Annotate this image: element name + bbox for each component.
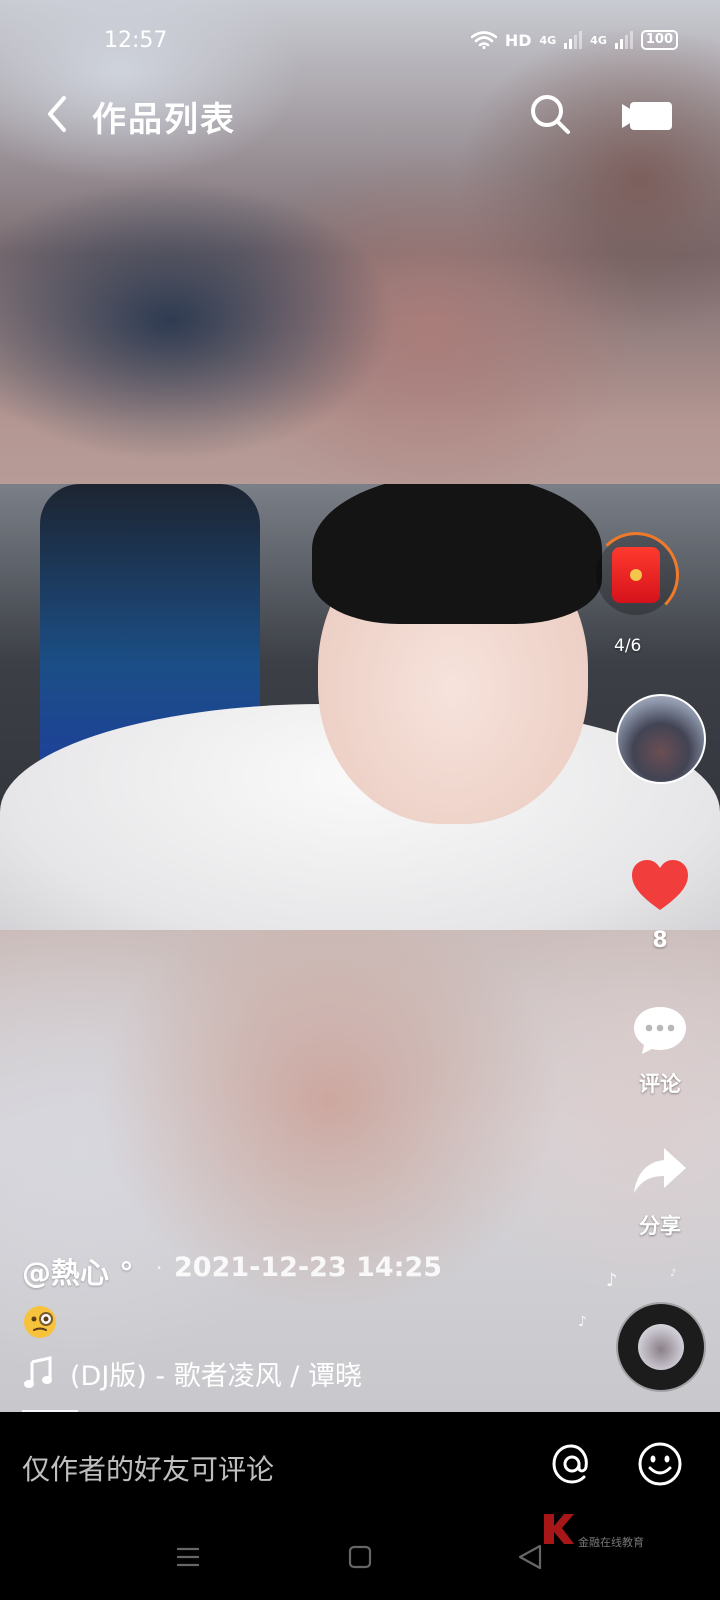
status-time: 12:57 xyxy=(104,28,168,53)
comment-label[interactable]: 评论 xyxy=(620,1068,700,1098)
share-arrow-icon[interactable] xyxy=(632,1146,688,1196)
hd-label: HD xyxy=(504,30,532,50)
author-name[interactable]: @熱心 ° xyxy=(22,1250,134,1292)
like-count: 8 xyxy=(652,928,668,953)
watermark-text: 金融在线教育 xyxy=(578,1536,644,1549)
battery-indicator: 100 xyxy=(640,30,678,50)
signal-2-icon xyxy=(614,31,633,49)
chevron-left-icon[interactable] xyxy=(40,92,76,136)
emoji-smile-icon[interactable] xyxy=(636,1440,684,1488)
nav-menu-icon[interactable] xyxy=(175,1545,201,1569)
caption-separator: · xyxy=(156,1256,163,1280)
at-mention-icon[interactable] xyxy=(548,1440,596,1488)
music-disc-cover xyxy=(638,1324,684,1370)
author-avatar[interactable] xyxy=(616,694,706,784)
music-disc-button[interactable] xyxy=(618,1304,704,1390)
wifi-icon xyxy=(470,31,497,49)
network-type-2: 4G xyxy=(590,33,607,47)
network-type-1: 4G xyxy=(539,33,557,47)
music-note-icon xyxy=(24,1356,52,1388)
nav-home-icon[interactable] xyxy=(348,1545,372,1569)
page-title: 作品列表 xyxy=(92,100,236,140)
comment-bubble-icon[interactable] xyxy=(632,1004,688,1056)
status-bar: 12:57 HD 4G 4G 100 xyxy=(0,0,720,88)
video-hair xyxy=(312,484,602,624)
red-packet-button[interactable] xyxy=(593,532,679,618)
share-label[interactable]: 分享 xyxy=(620,1210,700,1240)
post-date: 2021-12-23 14:25 xyxy=(174,1252,443,1283)
nav-back-icon[interactable] xyxy=(518,1544,542,1570)
face-with-monocle-icon xyxy=(24,1306,56,1338)
comment-input[interactable]: 仅作者的好友可评论 xyxy=(22,1448,274,1488)
red-packet-count: 4/6 xyxy=(614,636,642,656)
song-title[interactable]: (DJ版) - 歌者凌风 / 谭晓 xyxy=(70,1354,380,1393)
status-icons: HD 4G 4G 100 xyxy=(470,30,678,50)
search-icon[interactable] xyxy=(528,92,572,136)
signal-1-icon xyxy=(564,31,583,49)
video-camera-icon[interactable] xyxy=(620,96,674,136)
heart-icon[interactable] xyxy=(630,858,690,914)
red-envelope-icon xyxy=(612,547,660,603)
